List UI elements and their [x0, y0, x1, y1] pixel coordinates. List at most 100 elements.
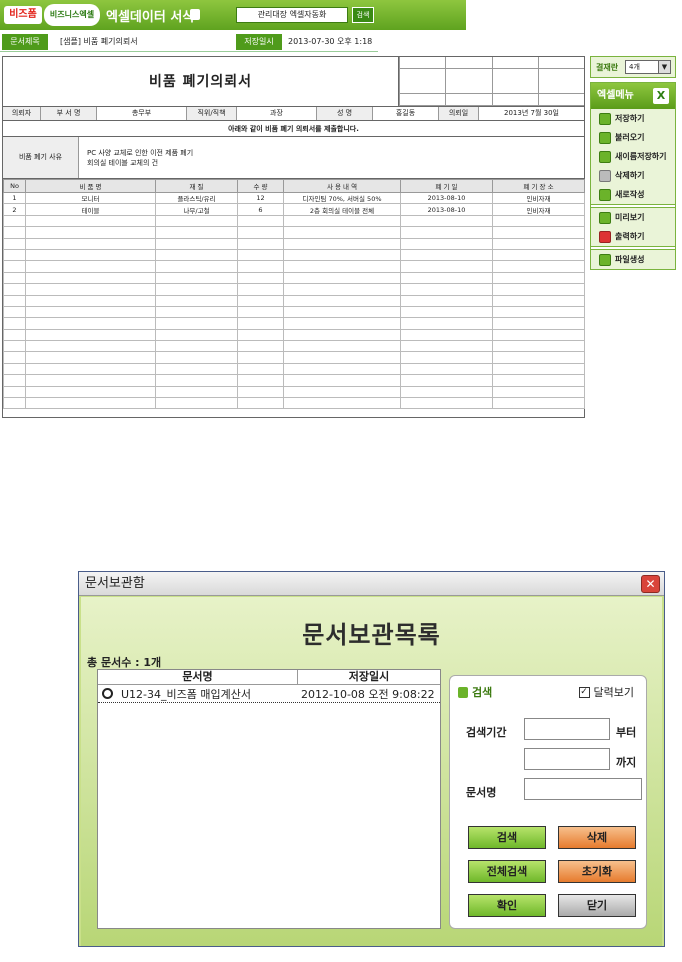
menu-save-as[interactable]: 새이름저장하기 [591, 147, 675, 166]
menu-delete[interactable]: 삭제하기 [591, 166, 675, 185]
cell [400, 237, 493, 250]
menu-new[interactable]: 새로작성 [591, 185, 675, 204]
cell [155, 397, 238, 410]
table-row[interactable] [3, 248, 585, 262]
table-row[interactable] [3, 283, 585, 296]
cell [283, 362, 401, 376]
checkbox[interactable]: ✓ [578, 686, 590, 698]
menu-print-label: 출력하기 [615, 232, 645, 241]
close-icon[interactable]: ✕ [641, 575, 660, 593]
cell: 나무/고철 [155, 203, 238, 216]
table-header-row: No 비 품 명 재 질 수 량 사 용 내 역 폐 기 일 폐 기 장 소 [3, 179, 585, 193]
ok-button[interactable]: 확인 [468, 894, 546, 917]
menu-preview-label: 미리보기 [615, 213, 645, 222]
cell [25, 226, 156, 239]
search-all-button[interactable]: 전체검색 [468, 860, 546, 883]
document-meta-row: 문서제목 [샘플] 비품 폐기의뢰서 저장일시 2013-07-30 오후 1:… [0, 34, 378, 52]
cell [3, 397, 26, 410]
col-item: 비 품 명 [25, 179, 156, 193]
cell [3, 248, 26, 262]
cell [155, 317, 238, 330]
cell [492, 226, 585, 239]
reset-button[interactable]: 초기화 [558, 860, 636, 883]
approval-count-select[interactable]: 4개 ▼ [625, 60, 671, 74]
table-row[interactable] [3, 237, 585, 250]
cell [155, 351, 238, 364]
table-row[interactable] [3, 397, 585, 410]
table-row[interactable] [3, 317, 585, 330]
bizform-logo[interactable]: 비즈폼 [4, 6, 42, 24]
search-button[interactable]: 검색 [468, 826, 546, 849]
cell [492, 214, 585, 228]
cell [155, 237, 238, 250]
delete-button[interactable]: 삭제 [558, 826, 636, 849]
cell [492, 271, 585, 285]
right-panel: 결재란 4개 ▼ 엑셀메뉴 X 저장하기 불러오기 새이름저장하기 삭제하기 새로작… [590, 56, 676, 270]
table-row[interactable] [3, 351, 585, 364]
excel-menu: 엑셀메뉴 X 저장하기 불러오기 새이름저장하기 삭제하기 새로작성 미리보기 출… [590, 82, 676, 270]
menu-open[interactable]: 불러오기 [591, 128, 675, 147]
cell [155, 362, 238, 376]
list-item[interactable]: U12-34_비즈폼 매입계산서 2012-10-08 오전 9:08:22 [98, 685, 440, 703]
cell [237, 362, 284, 376]
radio-button[interactable] [102, 688, 113, 699]
cell [283, 374, 401, 387]
cell [400, 374, 493, 387]
docname-input[interactable] [524, 778, 642, 800]
col-qty: 수 량 [237, 179, 284, 193]
cell [492, 260, 585, 273]
col-document-name[interactable]: 문서명 [98, 670, 298, 685]
cell [283, 340, 401, 353]
table-row[interactable] [3, 305, 585, 319]
table-row[interactable] [3, 328, 585, 342]
menu-print[interactable]: 출력하기 [591, 227, 675, 246]
chevron-down-icon[interactable]: ▼ [658, 61, 670, 73]
approval-grid [399, 57, 584, 107]
file-create-icon [599, 253, 611, 266]
cell [400, 214, 493, 228]
menu-create-file[interactable]: 파일생성 [591, 250, 675, 269]
table-row[interactable] [3, 362, 585, 376]
close-button[interactable]: 닫기 [558, 894, 636, 917]
approval-count-value: 4개 [629, 63, 640, 71]
menu-preview[interactable]: 미리보기 [591, 208, 675, 227]
dialog-title: 문서보관함 [85, 576, 145, 591]
table-row[interactable]: 2 테이블 나무/고철 6 2층 회의실 테이블 전체 2013-08-10 인비자재 [3, 203, 585, 216]
cell [237, 214, 284, 228]
items-table: No 비 품 명 재 질 수 량 사 용 내 역 폐 기 일 폐 기 장 소 1… [3, 179, 585, 410]
table-row[interactable] [3, 385, 585, 399]
cell [492, 317, 585, 330]
dialog-titlebar[interactable]: 문서보관함 ✕ [79, 572, 664, 596]
table-row[interactable] [3, 260, 585, 273]
table-row[interactable] [3, 271, 585, 285]
table-row[interactable] [3, 226, 585, 239]
table-row[interactable] [3, 294, 585, 307]
cell [155, 226, 238, 239]
search-button[interactable]: 검색 [352, 7, 374, 23]
menu-open-label: 불러오기 [615, 133, 645, 142]
document-list[interactable]: 문서명 저장일시 U12-34_비즈폼 매입계산서 2012-10-08 오전 … [97, 669, 441, 929]
table-row[interactable] [3, 214, 585, 228]
list-header: 문서명 저장일시 [98, 670, 440, 685]
calendar-toggle[interactable]: ✓ 달력보기 [578, 684, 634, 700]
period-from-input[interactable] [524, 718, 610, 740]
col-saved-time[interactable]: 저장일시 [298, 670, 440, 685]
table-row[interactable] [3, 374, 585, 387]
business-excel-logo[interactable]: 비즈니스엑셀 [44, 4, 100, 26]
cell [25, 362, 156, 376]
document-sheet: 비품 폐기의뢰서 의뢰자 부 서 명 총무부 직위/직책 과장 성 명 홍길동 … [2, 56, 585, 418]
period-to-input[interactable] [524, 748, 610, 770]
saved-time-value: 2013-07-30 오후 1:18 [288, 37, 373, 46]
notice-text: 아래와 같이 비품 폐기 의뢰서를 제출합니다. [3, 121, 584, 137]
search-input[interactable]: 관리대장 엑셀자동화 [236, 7, 348, 23]
table-row[interactable] [3, 340, 585, 353]
menu-create-file-label: 파일생성 [615, 255, 645, 264]
cell [283, 351, 401, 364]
menu-save[interactable]: 저장하기 [591, 109, 675, 128]
cell [3, 362, 26, 376]
reason-line-2: 회의실 테이블 교체의 건 [87, 159, 159, 167]
table-row[interactable]: 1 모니터 플라스틱/유리 12 디자인팀 70%, 서버실 50% 2013-08-10… [3, 191, 585, 205]
cell [492, 397, 585, 410]
cell [3, 340, 26, 353]
cell: 2013-08-10 [400, 191, 493, 205]
